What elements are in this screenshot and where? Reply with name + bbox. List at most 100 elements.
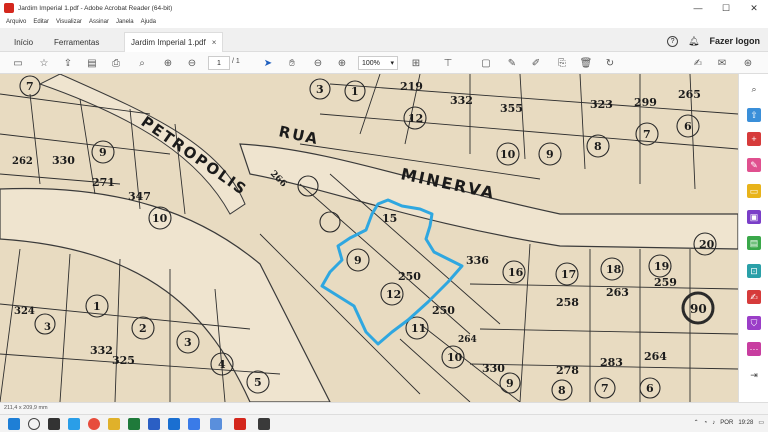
menu-item-visualizar[interactable]: Visualizar: [56, 19, 82, 25]
lot-label: 16: [508, 266, 524, 279]
zoom-in-icon[interactable]: ⊕: [334, 55, 350, 71]
delete-icon[interactable]: 🗑︎: [578, 55, 594, 71]
lot-label: 347: [128, 190, 151, 203]
notifications-icon[interactable]: ▭: [758, 419, 764, 426]
fill-sign-icon[interactable]: ✍︎: [747, 290, 761, 304]
status-bar: 211,4 x 209,9 mm: [0, 402, 768, 414]
star-icon[interactable]: ☆: [36, 55, 52, 71]
lot-label: 283: [600, 356, 623, 369]
maximize-button[interactable]: ☐: [712, 0, 740, 16]
language-indicator[interactable]: POR: [720, 420, 733, 426]
search-icon[interactable]: ⌕: [134, 55, 150, 71]
comment-icon[interactable]: ▢: [478, 55, 494, 71]
outlook-icon[interactable]: [168, 418, 180, 430]
menu-item-ajuda[interactable]: Ajuda: [141, 19, 156, 25]
lot-label: 11: [411, 322, 426, 335]
more-tools-icon[interactable]: ⋯: [747, 342, 761, 356]
clock[interactable]: 19:28: [738, 420, 753, 426]
network-icon[interactable]: ◔: [704, 420, 708, 426]
acrobat-taskbar-icon[interactable]: [234, 418, 246, 430]
menu-item-assinar[interactable]: Assinar: [89, 19, 109, 25]
zoom-value: 100%: [362, 59, 380, 67]
rotate-icon[interactable]: ↻: [602, 55, 618, 71]
lot-label: 264: [458, 335, 477, 345]
highlight-icon[interactable]: ✐: [528, 55, 544, 71]
minimize-button[interactable]: —: [684, 0, 712, 16]
word-icon[interactable]: [148, 418, 160, 430]
fit-page-icon[interactable]: ⊞: [408, 55, 424, 71]
save-icon[interactable]: ▭: [10, 55, 26, 71]
zoom-select[interactable]: 100% ▾: [358, 56, 398, 70]
menu-item-editar[interactable]: Editar: [33, 19, 49, 25]
tab-document[interactable]: Jardim Imperial 1.pdf ×: [124, 32, 224, 52]
lot-label: 324: [14, 306, 35, 317]
combine-files-icon[interactable]: ▣: [747, 210, 761, 224]
lot-label: 10: [500, 148, 516, 161]
help-icon[interactable]: ?: [667, 35, 679, 47]
lot-label: 336: [466, 254, 489, 267]
export-pdf-icon[interactable]: ⇧: [747, 108, 761, 122]
windows-taskbar: ⌃ ◔ ♪ POR 19:28 ▭: [0, 414, 768, 432]
page-up-icon[interactable]: ⊕: [160, 55, 176, 71]
document-view[interactable]: PETROPOLIS RUA MINERVA 7 1 3 9 330 271 3…: [0, 74, 738, 402]
lot-label: 263: [606, 286, 629, 299]
lot-label: 258: [556, 296, 579, 309]
tab-home[interactable]: Início: [14, 32, 33, 52]
chevron-up-icon[interactable]: ⌃: [694, 419, 699, 426]
excel-icon[interactable]: [128, 418, 140, 430]
window-controls: — ☐ ✕: [684, 0, 768, 16]
acrobat-icon: [4, 3, 14, 13]
tab-document-label: Jardim Imperial 1.pdf: [131, 38, 206, 47]
lot-label: 3: [316, 83, 324, 96]
mail-icon[interactable]: ✉: [714, 55, 730, 71]
scroll-mode-icon[interactable]: ⊤: [440, 55, 456, 71]
close-button[interactable]: ✕: [740, 0, 768, 16]
edge-icon[interactable]: [68, 418, 80, 430]
bell-icon[interactable]: 🔔︎: [688, 36, 699, 47]
comment-tool-icon[interactable]: ▭: [747, 184, 761, 198]
stamp-icon[interactable]: ⎘: [554, 55, 570, 71]
task-view-icon[interactable]: [48, 418, 60, 430]
lot-label: 15: [382, 212, 397, 225]
upload-icon[interactable]: ⇪: [60, 55, 76, 71]
menu-item-janela[interactable]: Janela: [116, 19, 134, 25]
document-icon[interactable]: ▤: [84, 55, 100, 71]
scan-icon[interactable]: ⊡: [747, 264, 761, 278]
map-image: PETROPOLIS RUA MINERVA 7 1 3 9 330 271 3…: [0, 74, 738, 402]
title-bar: Jardim Imperial 1.pdf - Adobe Acrobat Re…: [0, 0, 768, 16]
share-icon[interactable]: ⊛: [740, 55, 756, 71]
page-down-icon[interactable]: ⊖: [184, 55, 200, 71]
lot-label: 3: [184, 336, 192, 349]
lot-label: 8: [594, 140, 602, 153]
create-pdf-icon[interactable]: +: [747, 132, 761, 146]
sign-in-button[interactable]: Fazer logon: [709, 36, 760, 46]
pen-icon[interactable]: ✎: [504, 55, 520, 71]
store-icon[interactable]: [188, 418, 200, 430]
organize-pages-icon[interactable]: ▤: [747, 236, 761, 250]
tab-close-icon[interactable]: ×: [212, 38, 217, 47]
lot-label: 1: [93, 300, 101, 313]
start-icon[interactable]: [8, 418, 20, 430]
protect-icon[interactable]: ⛉: [747, 316, 761, 330]
tab-tools[interactable]: Ferramentas: [54, 32, 99, 52]
page-number-input[interactable]: 1: [208, 56, 230, 70]
lot-label: 219: [400, 80, 423, 93]
page-total: / 1: [232, 58, 240, 65]
menu-item-arquivo[interactable]: Arquivo: [6, 19, 26, 25]
search-taskbar-icon[interactable]: [28, 418, 40, 430]
search-tool-icon[interactable]: ⌕: [747, 82, 761, 96]
photos-icon[interactable]: [210, 418, 222, 430]
lot-label: 262: [12, 156, 33, 167]
print-icon[interactable]: ⎙: [108, 55, 124, 71]
sign-icon[interactable]: ✍︎: [690, 55, 706, 71]
hand-icon[interactable]: ✋︎: [284, 55, 300, 71]
chrome-icon[interactable]: [88, 418, 100, 430]
volume-icon[interactable]: ♪: [712, 420, 715, 426]
lot-label: 2: [139, 322, 147, 335]
file-explorer-icon[interactable]: [108, 418, 120, 430]
zoom-out-icon[interactable]: ⊖: [310, 55, 326, 71]
edit-pdf-icon[interactable]: ✎: [747, 158, 761, 172]
collapse-panel-icon[interactable]: ⇥: [747, 368, 761, 382]
select-cursor-icon[interactable]: ➤: [260, 55, 276, 71]
terminal-icon[interactable]: [258, 418, 270, 430]
